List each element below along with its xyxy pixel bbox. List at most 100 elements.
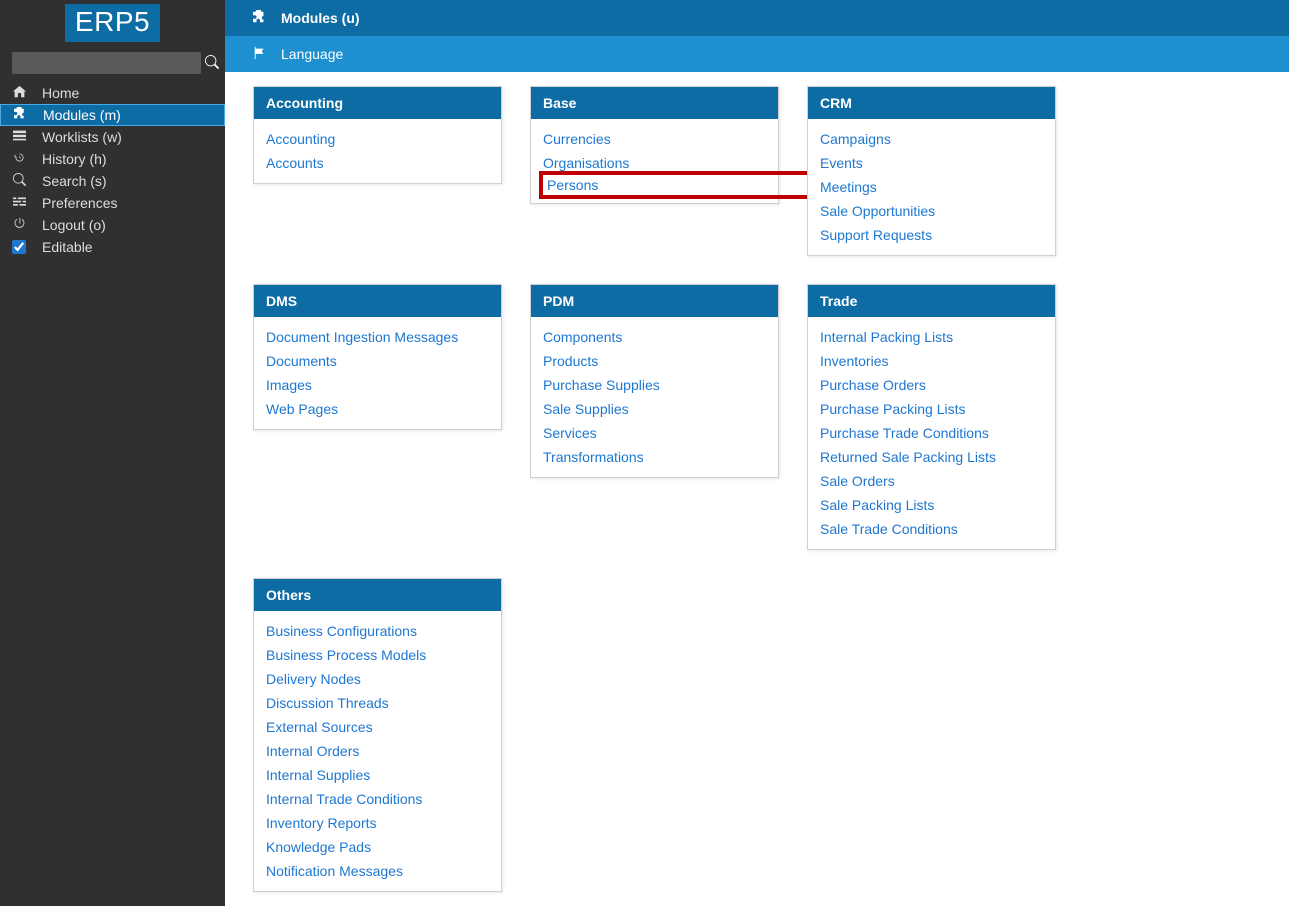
card-header: Accounting — [254, 87, 501, 119]
module-link-document-ingestion[interactable]: Document Ingestion Messages — [266, 325, 489, 349]
module-link-events[interactable]: Events — [820, 151, 1043, 175]
module-link-business-process-models[interactable]: Business Process Models — [266, 643, 489, 667]
module-link-returned-sale-packing-lists[interactable]: Returned Sale Packing Lists — [820, 445, 1043, 469]
sidebar-item-worklists[interactable]: Worklists (w) — [0, 126, 225, 148]
sidebar-item-label: Worklists (w) — [42, 129, 122, 145]
card-crm: CRM Campaigns Events Meetings Sale Oppor… — [807, 86, 1056, 256]
editable-checkbox-wrap — [12, 240, 26, 254]
card-header: Trade — [808, 285, 1055, 317]
module-link-campaigns[interactable]: Campaigns — [820, 127, 1043, 151]
home-icon — [12, 85, 26, 101]
nav-list: Home Modules (m) Worklists (w) History (… — [0, 82, 225, 258]
sidebar-item-label: Editable — [42, 239, 93, 255]
content: Accounting Accounting Accounts Base Curr… — [225, 72, 1289, 906]
logo-wrap: ERP5 — [0, 0, 225, 50]
module-link-accounting[interactable]: Accounting — [266, 127, 489, 151]
module-link-documents[interactable]: Documents — [266, 349, 489, 373]
module-link-knowledge-pads[interactable]: Knowledge Pads — [266, 835, 489, 859]
module-link-currencies[interactable]: Currencies — [543, 127, 766, 151]
module-link-purchase-trade-conditions[interactable]: Purchase Trade Conditions — [820, 421, 1043, 445]
card-body: Accounting Accounts — [254, 119, 501, 183]
puzzle-icon — [13, 107, 27, 123]
sidebar-item-label: History (h) — [42, 151, 107, 167]
module-link-purchase-supplies[interactable]: Purchase Supplies — [543, 373, 766, 397]
topbar-modules[interactable]: Modules (u) — [225, 0, 1289, 36]
module-link-inventory-reports[interactable]: Inventory Reports — [266, 811, 489, 835]
sliders-icon — [12, 195, 26, 211]
module-link-sale-supplies[interactable]: Sale Supplies — [543, 397, 766, 421]
sidebar-item-search[interactable]: Search (s) — [0, 170, 225, 192]
search-icon — [205, 56, 219, 72]
sidebar-item-preferences[interactable]: Preferences — [0, 192, 225, 214]
logo: ERP5 — [65, 4, 160, 42]
sidebar-item-label: Search (s) — [42, 173, 107, 189]
card-trade: Trade Internal Packing Lists Inventories… — [807, 284, 1056, 550]
card-row: Others Business Configurations Business … — [253, 578, 1261, 892]
module-link-purchase-packing-lists[interactable]: Purchase Packing Lists — [820, 397, 1043, 421]
module-link-sale-opportunities[interactable]: Sale Opportunities — [820, 199, 1043, 223]
card-header: DMS — [254, 285, 501, 317]
module-link-products[interactable]: Products — [543, 349, 766, 373]
card-header: PDM — [531, 285, 778, 317]
list-icon — [12, 129, 26, 145]
module-link-sale-packing-lists[interactable]: Sale Packing Lists — [820, 493, 1043, 517]
sidebar-item-editable[interactable]: Editable — [0, 236, 225, 258]
module-link-images[interactable]: Images — [266, 373, 489, 397]
module-link-purchase-orders[interactable]: Purchase Orders — [820, 373, 1043, 397]
search-button[interactable] — [205, 55, 219, 72]
card-others: Others Business Configurations Business … — [253, 578, 502, 892]
module-link-support-requests[interactable]: Support Requests — [820, 223, 1043, 247]
module-link-external-sources[interactable]: External Sources — [266, 715, 489, 739]
module-link-internal-orders[interactable]: Internal Orders — [266, 739, 489, 763]
search-row — [0, 50, 225, 82]
sidebar-item-home[interactable]: Home — [0, 82, 225, 104]
sidebar-item-label: Logout (o) — [42, 217, 106, 233]
card-row: DMS Document Ingestion Messages Document… — [253, 284, 1261, 550]
sidebar-item-label: Preferences — [42, 195, 117, 211]
module-link-accounts[interactable]: Accounts — [266, 151, 489, 175]
sidebar-item-logout[interactable]: Logout (o) — [0, 214, 225, 236]
history-icon — [12, 151, 26, 167]
sidebar: ERP5 Home Modules (m) Worklists (w) — [0, 0, 225, 906]
module-link-internal-supplies[interactable]: Internal Supplies — [266, 763, 489, 787]
card-body: Campaigns Events Meetings Sale Opportuni… — [808, 119, 1055, 255]
flag-icon — [253, 46, 267, 63]
module-link-discussion-threads[interactable]: Discussion Threads — [266, 691, 489, 715]
module-link-internal-packing-lists[interactable]: Internal Packing Lists — [820, 325, 1043, 349]
module-link-services[interactable]: Services — [543, 421, 766, 445]
module-link-transformations[interactable]: Transformations — [543, 445, 766, 469]
module-link-business-configurations[interactable]: Business Configurations — [266, 619, 489, 643]
card-header: Others — [254, 579, 501, 611]
topbar-modules-label: Modules (u) — [281, 10, 360, 26]
module-link-inventories[interactable]: Inventories — [820, 349, 1043, 373]
card-pdm: PDM Components Products Purchase Supplie… — [530, 284, 779, 478]
module-link-persons[interactable]: Persons — [539, 171, 826, 199]
search-icon — [12, 173, 26, 189]
editable-checkbox[interactable] — [12, 240, 26, 254]
topbar-language-label: Language — [281, 46, 343, 62]
card-body: Internal Packing Lists Inventories Purch… — [808, 317, 1055, 549]
module-link-delivery-nodes[interactable]: Delivery Nodes — [266, 667, 489, 691]
card-body: Business Configurations Business Process… — [254, 611, 501, 891]
card-body: Components Products Purchase Supplies Sa… — [531, 317, 778, 477]
card-body: Currencies Organisations Persons — [531, 119, 778, 203]
module-link-meetings[interactable]: Meetings — [820, 175, 1043, 199]
puzzle-icon — [253, 10, 267, 27]
module-link-sale-trade-conditions[interactable]: Sale Trade Conditions — [820, 517, 1043, 541]
card-accounting: Accounting Accounting Accounts — [253, 86, 502, 184]
module-link-web-pages[interactable]: Web Pages — [266, 397, 489, 421]
module-link-internal-trade-conditions[interactable]: Internal Trade Conditions — [266, 787, 489, 811]
module-link-notification-messages[interactable]: Notification Messages — [266, 859, 489, 883]
search-input[interactable] — [12, 52, 201, 74]
card-row: Accounting Accounting Accounts Base Curr… — [253, 86, 1261, 256]
card-body: Document Ingestion Messages Documents Im… — [254, 317, 501, 429]
topbar-language[interactable]: Language — [225, 36, 1289, 72]
card-dms: DMS Document Ingestion Messages Document… — [253, 284, 502, 430]
card-base: Base Currencies Organisations Persons — [530, 86, 779, 204]
sidebar-item-label: Modules (m) — [43, 107, 121, 123]
module-link-components[interactable]: Components — [543, 325, 766, 349]
sidebar-item-history[interactable]: History (h) — [0, 148, 225, 170]
module-link-sale-orders[interactable]: Sale Orders — [820, 469, 1043, 493]
card-header: Base — [531, 87, 778, 119]
sidebar-item-modules[interactable]: Modules (m) — [0, 104, 225, 126]
